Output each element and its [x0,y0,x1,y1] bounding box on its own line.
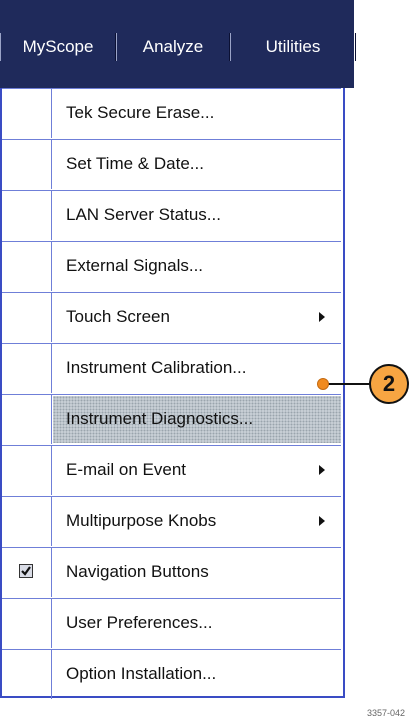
menu-item-option-installation[interactable]: Option Installation... [2,649,341,699]
menu-gutter [2,446,52,495]
menu-item-label: User Preferences... [66,613,213,632]
submenu-arrow-icon [319,312,325,322]
menu-item-set-time-date[interactable]: Set Time & Date... [2,139,341,189]
menu-item-instrument-diagnostics[interactable]: Instrument Diagnostics... [2,394,341,444]
menu-analyze[interactable]: Analyze [116,33,230,61]
menu-item-label: Instrument Diagnostics... [66,409,254,428]
menu-item-navigation-buttons[interactable]: Navigation Buttons [2,547,341,597]
menu-gutter [2,650,52,699]
checkmark-icon[interactable] [19,564,33,578]
callout-dot [317,378,329,390]
menu-item-user-preferences[interactable]: User Preferences... [2,598,341,648]
menu-item-touch-screen[interactable]: Touch Screen [2,292,341,342]
menu-item-label: E-mail on Event [66,460,186,479]
menu-gutter [2,497,52,546]
menu-item-label: Touch Screen [66,307,170,326]
submenu-arrow-icon [319,465,325,475]
menu-item-tek-secure-erase[interactable]: Tek Secure Erase... [2,88,341,138]
menu-gutter [2,140,52,189]
menu-gutter [2,242,52,291]
menu-item-email-on-event[interactable]: E-mail on Event [2,445,341,495]
menu-gutter [2,344,52,393]
menu-myscope[interactable]: MyScope [0,33,116,61]
menu-item-label: Navigation Buttons [66,562,209,581]
submenu-arrow-icon [319,516,325,526]
menu-bar: MyScope Analyze Utilities [0,0,356,88]
menu-gutter [2,191,52,240]
menu-utilities[interactable]: Utilities [230,33,356,61]
menu-item-label: Instrument Calibration... [66,358,247,377]
menu-item-label: Tek Secure Erase... [66,103,215,122]
menu-gutter [2,548,52,597]
menu-item-instrument-calibration[interactable]: Instrument Calibration... [2,343,341,393]
callout-leader-line [322,383,370,385]
menu-item-label: LAN Server Status... [66,205,221,224]
callout-step-badge: 2 [369,364,409,404]
menu-item-lan-server-status[interactable]: LAN Server Status... [2,190,341,240]
menu-gutter [2,293,52,342]
utilities-dropdown-menu: Tek Secure Erase... Set Time & Date... L… [0,88,345,699]
menu-gutter [2,395,52,444]
menu-item-label: Multipurpose Knobs [66,511,217,530]
menu-item-label: Set Time & Date... [66,154,204,173]
menu-item-label: Option Installation... [66,664,217,683]
menu-item-multipurpose-knobs[interactable]: Multipurpose Knobs [2,496,341,546]
figure-id: 3357-042 [367,708,406,718]
menu-item-external-signals[interactable]: External Signals... [2,241,341,291]
menu-gutter [2,89,52,138]
menu-item-label: External Signals... [66,256,204,275]
menu-gutter [2,599,52,648]
